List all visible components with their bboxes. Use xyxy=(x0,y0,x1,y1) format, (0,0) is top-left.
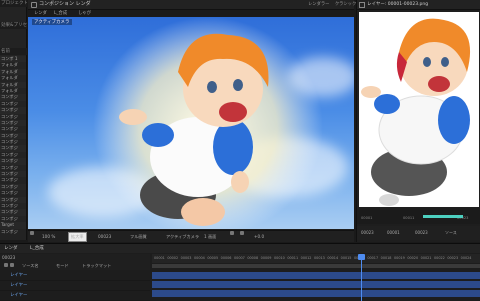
project-tab[interactable]: プロジェクト xyxy=(0,0,27,7)
ruler-tick-label: 00013 xyxy=(314,256,325,260)
layer-panel: レイヤー: 00001-00023.png 00001 00011 00023 … xyxy=(356,0,480,242)
layer-tab[interactable]: レイヤー: 00001-00023.png xyxy=(367,0,428,9)
playhead-line[interactable] xyxy=(361,254,362,301)
always-preview-icon[interactable] xyxy=(30,231,34,235)
ruler-tick-label: 00017 xyxy=(367,256,379,260)
timeline-layer-row[interactable]: レイヤー xyxy=(0,271,150,281)
timeline-tabbar: レンダ L_合成 xyxy=(0,244,480,253)
current-timecode[interactable]: 00023 xyxy=(98,231,111,242)
ruler-tick-label: 00005 xyxy=(207,256,219,260)
layer-viewer[interactable] xyxy=(359,12,479,207)
ruler-tick-label: 00019 xyxy=(394,256,405,260)
layer-view-dropdown[interactable]: ソース xyxy=(445,226,457,240)
zoom-tooltip: 拡大率 xyxy=(68,232,87,242)
ruler-tick-label: 00008 xyxy=(247,256,259,260)
source-name-column[interactable]: ソース名 xyxy=(22,263,39,269)
lock-icon[interactable] xyxy=(359,2,365,8)
ruler-tick-label: 00023 xyxy=(447,256,459,260)
timeline-layer-list: レイヤー レイヤー レイヤー xyxy=(0,271,150,301)
ruler-tick-label: 00007 xyxy=(234,256,245,260)
lock-icon[interactable] xyxy=(31,2,37,8)
ruler-tick-label: 00006 xyxy=(220,256,232,260)
breadcrumb-item-shadow[interactable]: しゃが xyxy=(78,10,91,17)
eye-icon[interactable] xyxy=(4,263,8,267)
breadcrumb-item-render[interactable]: レンダ xyxy=(34,10,47,17)
character-illustration xyxy=(93,17,323,229)
camera-icon[interactable] xyxy=(240,231,244,235)
camera-dropdown[interactable]: アクティブカメラ xyxy=(166,231,199,242)
ruler-tick-label: 00012 xyxy=(300,256,312,260)
timeline-work-area[interactable] xyxy=(152,264,480,268)
timeline-layer-row[interactable]: レイヤー xyxy=(0,281,150,291)
layer-duration[interactable]: 00023 xyxy=(415,226,428,240)
composition-breadcrumb: レンダ L_合成 しゃが xyxy=(28,10,354,17)
layer-ruler-start: 00001 xyxy=(361,216,373,220)
composition-tab[interactable]: コンポジション レンダ xyxy=(39,0,91,9)
mode-column[interactable]: モード xyxy=(56,263,69,269)
ruler-tick-label: 00011 xyxy=(287,256,299,260)
composition-viewer[interactable]: アクティブカメラ xyxy=(28,17,354,229)
timeline-tab-render[interactable]: レンダ xyxy=(4,244,18,253)
ruler-tick-label: 00024 xyxy=(460,256,472,260)
ruler-tick-label: 00020 xyxy=(407,256,419,260)
ruler-tick-label: 00003 xyxy=(180,256,192,260)
layer-time-ruler[interactable]: 00001 00011 00023 xyxy=(357,210,480,224)
layer-tabbar: レイヤー: 00001-00023.png xyxy=(357,0,480,10)
layer-in-point[interactable]: 00023 xyxy=(361,226,374,240)
ruler-tick-label: 00018 xyxy=(380,256,392,260)
timeline-controls: 00023 ソース名 モード トラックマット xyxy=(0,254,150,270)
composition-footer: 100 % 拡大率 00023 フル画質 アクティブカメラ 1 画面 +0.0 xyxy=(28,230,354,242)
name-column-header[interactable]: 名前 xyxy=(0,48,27,55)
effects-tab[interactable]: 効果&プリセット xyxy=(0,22,27,29)
breadcrumb-item-composite[interactable]: L_合成 xyxy=(54,10,67,17)
layer-ruler-mid: 00011 xyxy=(403,216,415,220)
ruler-tick-label: 00022 xyxy=(434,256,445,260)
exposure-value[interactable]: +0.0 xyxy=(254,231,264,242)
renderer-label[interactable]: レンダラー クラシック3D xyxy=(308,0,362,9)
view-layout-dropdown[interactable]: 1 画面 xyxy=(204,231,216,242)
project-item[interactable]: コンポジ xyxy=(0,229,26,235)
timeline-tracks xyxy=(152,271,480,301)
timeline-ruler[interactable]: 00001 00002 00003 00004 00005 00006 00007 00008… xyxy=(152,254,480,263)
timeline-timecode[interactable]: 00023 xyxy=(2,255,15,260)
ruler-tick-label: 00010 xyxy=(274,256,285,260)
ruler-tick-label: 00001 xyxy=(154,256,165,260)
renderer-label-text: レンダラー xyxy=(308,2,330,7)
composition-tabbar: コンポジション レンダ レンダラー クラシック3D xyxy=(28,0,362,10)
layer-character-illustration xyxy=(361,18,471,206)
resolution-dropdown[interactable]: フル画質 xyxy=(130,231,147,242)
timeline-tab-composite[interactable]: L_合成 xyxy=(30,244,44,253)
trkmat-column[interactable]: トラックマット xyxy=(82,263,111,269)
active-camera-label: アクティブカメラ xyxy=(32,19,72,25)
layer-out-point[interactable]: 00001 xyxy=(387,226,400,240)
timeline-panel: レンダ L_合成 00023 ソース名 モード トラックマット レイヤー レイヤー… xyxy=(0,243,480,301)
lock-icon[interactable] xyxy=(10,263,14,267)
ruler-tick-label: 00015 xyxy=(340,256,352,260)
ruler-tick-label: 00002 xyxy=(167,256,179,260)
layer-track[interactable] xyxy=(152,281,480,288)
ruler-tick-label: 00021 xyxy=(420,256,432,260)
layer-track[interactable] xyxy=(152,290,480,297)
grid-icon[interactable] xyxy=(230,231,234,235)
project-panel: プロジェクト 効果&プリセット 名前 コンポ 1フォルダフォルダフォルダフォルダ… xyxy=(0,0,27,240)
ruler-tick-label: 00014 xyxy=(327,256,339,260)
zoom-dropdown[interactable]: 100 % xyxy=(42,231,55,242)
composition-panel: コンポジション レンダ レンダラー クラシック3D レンダ L_合成 しゃが ア… xyxy=(28,0,362,242)
layer-work-area[interactable] xyxy=(423,215,463,218)
ruler-tick-label: 00009 xyxy=(260,256,272,260)
layer-footer: 00023 00001 00023 ソース xyxy=(357,226,480,240)
project-list: コンポ 1 フォルダ フォルダ フォルダ フォルダ フォルダ コンポジ コンポジ コンポジ コンポ… xyxy=(0,56,26,235)
ruler-tick-label: 00004 xyxy=(194,256,205,260)
layer-track[interactable] xyxy=(152,272,480,279)
